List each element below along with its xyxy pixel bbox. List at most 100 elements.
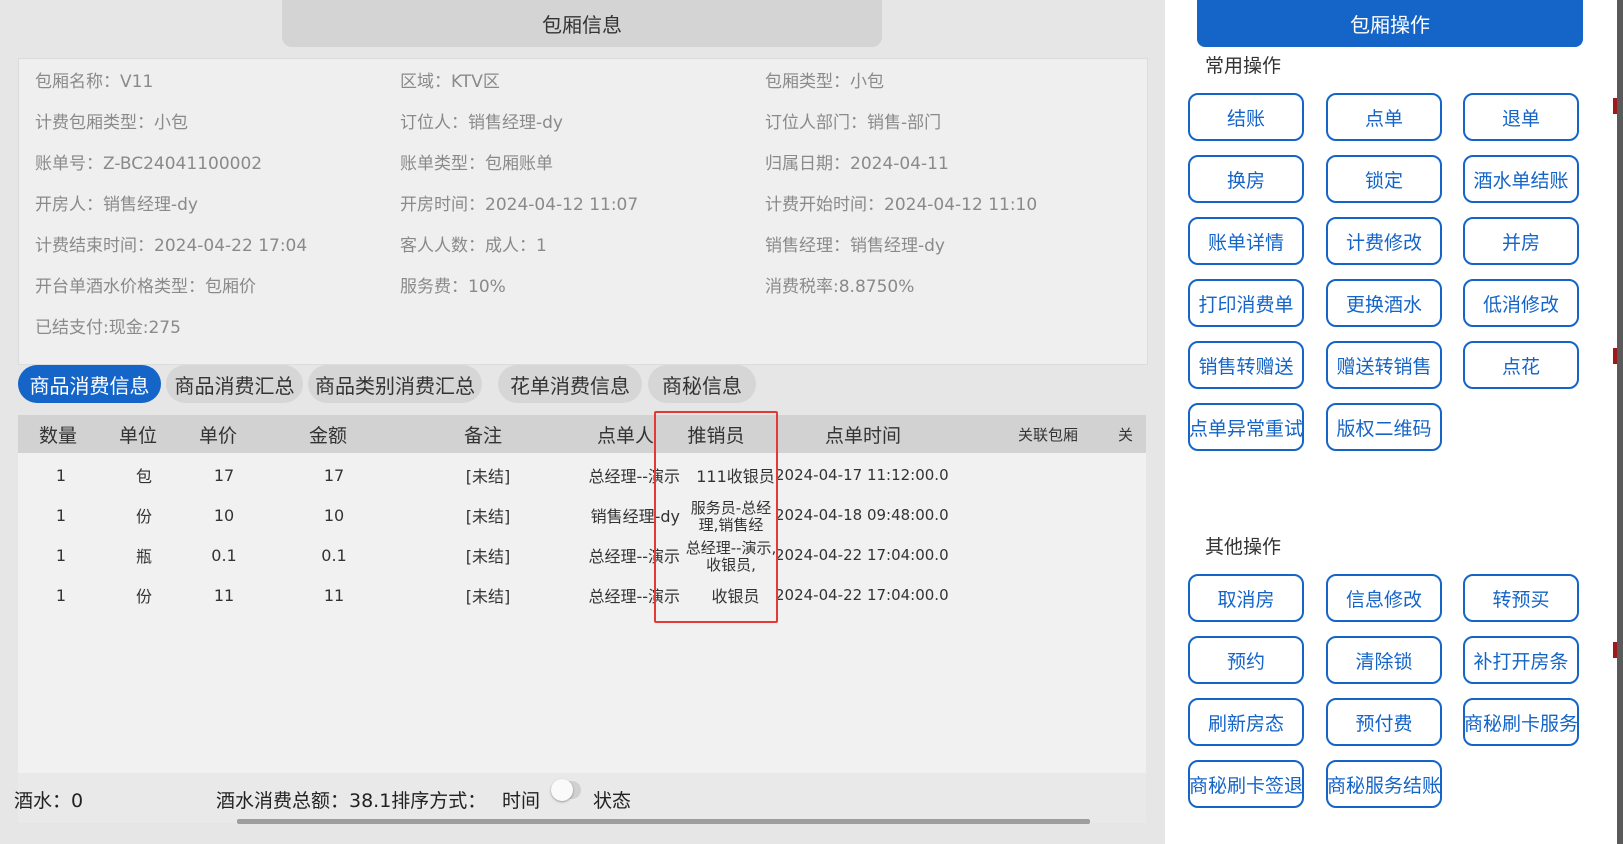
horizontal-scrollbar[interactable]	[237, 819, 1090, 824]
drink-count-label: 酒水：0	[14, 790, 84, 812]
min-spend-edit-button[interactable]: 低消修改	[1463, 279, 1579, 327]
cell-order-time: 2024-04-22 17:04:00.0	[775, 586, 949, 604]
info-billing-end: 计费结束时间：2024-04-22 17:04	[35, 236, 308, 256]
reserve-button[interactable]: 预约	[1188, 636, 1304, 684]
cell-unit: 包	[135, 467, 152, 486]
column-unit: 单位	[118, 424, 157, 447]
prepay-button[interactable]: 预付费	[1326, 698, 1442, 746]
cell-price: 10	[213, 505, 235, 525]
order-flowers-button[interactable]: 点花	[1463, 341, 1579, 389]
order-button[interactable]: 点单	[1326, 93, 1442, 141]
column-price: 单价	[198, 424, 237, 447]
refresh-room-status-button[interactable]: 刷新房态	[1188, 698, 1304, 746]
info-guest-count: 客人人数：成人：1	[400, 236, 547, 256]
column-truncated: 关	[1118, 425, 1134, 444]
cell-amount: 11	[323, 585, 345, 605]
cell-quantity: 1	[55, 465, 67, 485]
table-header: 数量 单位 单价 金额 备注 点单人 推销员 点单时间 关联包厢 关	[18, 415, 1146, 453]
info-bill-number: 账单号：Z-BC24041100002	[35, 154, 263, 174]
secretary-card-signout-button[interactable]: 商秘刷卡签退	[1188, 760, 1304, 808]
secretary-card-service-button[interactable]: 商秘刷卡服务	[1463, 698, 1579, 746]
cell-order-time: 2024-04-22 17:04:00.0	[775, 546, 949, 564]
sale-to-gift-button[interactable]: 销售转赠送	[1188, 341, 1304, 389]
info-bill-type: 账单类型：包厢账单	[400, 154, 553, 174]
column-quantity: 数量	[38, 424, 77, 447]
consumption-footer: 酒水：0 酒水消费总额：38.1排序方式： 时间 状态	[14, 773, 1146, 823]
cell-order-time: 2024-04-17 11:12:00.0	[775, 466, 949, 484]
info-opener: 开房人：销售经理-dy	[35, 195, 198, 215]
info-booker-department: 订位人部门：销售-部门	[765, 113, 942, 133]
cell-amount: 17	[323, 465, 345, 485]
info-open-time: 开房时间：2024-04-12 11:07	[400, 195, 639, 215]
edge-indicator	[1613, 642, 1617, 658]
tab-goods-consumption[interactable]: 商品消费信息	[18, 365, 161, 403]
cell-note: [未结]	[465, 507, 511, 526]
other-ops-title: 其他操作	[1205, 536, 1282, 558]
room-operations-title: 包厢操作	[1197, 0, 1583, 47]
column-note: 备注	[463, 424, 502, 447]
info-area: 区域：KTV区	[400, 72, 500, 92]
copyright-qr-button[interactable]: 版权二维码	[1326, 403, 1442, 451]
tab-flower-orders[interactable]: 花单消费信息	[498, 365, 642, 403]
room-info-details: 包厢名称：V11 区域：KTV区 包厢类型：小包 计费包厢类型：小包 订位人：销…	[18, 58, 1148, 365]
clear-lock-button[interactable]: 清除锁	[1326, 636, 1442, 684]
screen-edge	[1617, 0, 1623, 844]
sort-toggle-knob[interactable]	[551, 779, 573, 801]
info-booker: 订位人：销售经理-dy	[400, 113, 563, 133]
gift-to-sale-button[interactable]: 赠送转销售	[1326, 341, 1442, 389]
order-retry-button[interactable]: 点单异常重试	[1188, 403, 1304, 451]
info-service-fee: 服务费：10%	[400, 277, 506, 297]
info-edit-button[interactable]: 信息修改	[1326, 574, 1442, 622]
consumption-table: 数量 单位 单价 金额 备注 点单人 推销员 点单时间 关联包厢 关 1 包 1…	[18, 415, 1146, 775]
billing-edit-button[interactable]: 计费修改	[1326, 217, 1442, 265]
column-order-time: 点单时间	[824, 424, 901, 447]
cell-note: [未结]	[465, 547, 511, 566]
cell-note: [未结]	[465, 587, 511, 606]
info-tax-rate: 消费税率:8.8750%	[765, 277, 915, 297]
change-room-button[interactable]: 换房	[1188, 155, 1304, 203]
cell-amount: 10	[323, 505, 345, 525]
checkout-button[interactable]: 结账	[1188, 93, 1304, 141]
bill-details-button[interactable]: 账单详情	[1188, 217, 1304, 265]
transfer-prebuy-button[interactable]: 转预买	[1463, 574, 1579, 622]
cell-quantity: 1	[55, 505, 67, 525]
info-drink-price-type: 开台单酒水价格类型：包厢价	[35, 277, 256, 297]
tab-secretary-info[interactable]: 商秘信息	[648, 365, 756, 403]
column-amount: 金额	[308, 424, 347, 447]
lock-button[interactable]: 锁定	[1326, 155, 1442, 203]
drink-bill-checkout-button[interactable]: 酒水单结账	[1463, 155, 1579, 203]
cell-unit: 份	[135, 587, 152, 606]
common-ops-title: 常用操作	[1205, 55, 1282, 77]
cell-price: 11	[213, 585, 235, 605]
info-billing-start: 计费开始时间：2024-04-12 11:10	[765, 195, 1038, 215]
secretary-service-checkout-button[interactable]: 商秘服务结账	[1326, 760, 1442, 808]
info-room-name: 包厢名称：V11	[35, 72, 154, 92]
merge-room-button[interactable]: 并房	[1463, 217, 1579, 265]
edge-indicator	[1613, 98, 1617, 114]
cell-amount: 0.1	[321, 545, 347, 565]
cancel-room-button[interactable]: 取消房	[1188, 574, 1304, 622]
tab-category-summary[interactable]: 商品类别消费汇总	[308, 365, 482, 403]
info-belong-date: 归属日期：2024-04-11	[765, 154, 949, 174]
cell-quantity: 1	[55, 585, 67, 605]
column-linked-room: 关联包厢	[1017, 425, 1078, 444]
info-billing-room-type: 计费包厢类型：小包	[35, 113, 188, 133]
info-sales-manager: 销售经理：销售经理-dy	[765, 236, 945, 256]
cell-unit: 瓶	[135, 547, 152, 566]
cell-quantity: 1	[55, 545, 67, 565]
cell-price: 17	[213, 465, 235, 485]
reprint-open-slip-button[interactable]: 补打开房条	[1463, 636, 1579, 684]
cell-price: 0.1	[211, 545, 237, 565]
cell-note: [未结]	[465, 467, 511, 486]
cell-unit: 份	[135, 507, 152, 526]
sort-state-label[interactable]: 状态	[593, 786, 631, 813]
promoter-highlight-box	[654, 411, 778, 623]
print-bill-button[interactable]: 打印消费单	[1188, 279, 1304, 327]
tab-goods-summary[interactable]: 商品消费汇总	[166, 365, 303, 403]
cell-order-time: 2024-04-18 09:48:00.0	[775, 506, 949, 524]
return-order-button[interactable]: 退单	[1463, 93, 1579, 141]
room-info-title: 包厢信息	[282, 0, 882, 47]
sort-time-label[interactable]: 时间	[502, 786, 540, 813]
replace-drink-button[interactable]: 更换酒水	[1326, 279, 1442, 327]
drink-total-label: 酒水消费总额：38.1排序方式：	[216, 790, 487, 812]
